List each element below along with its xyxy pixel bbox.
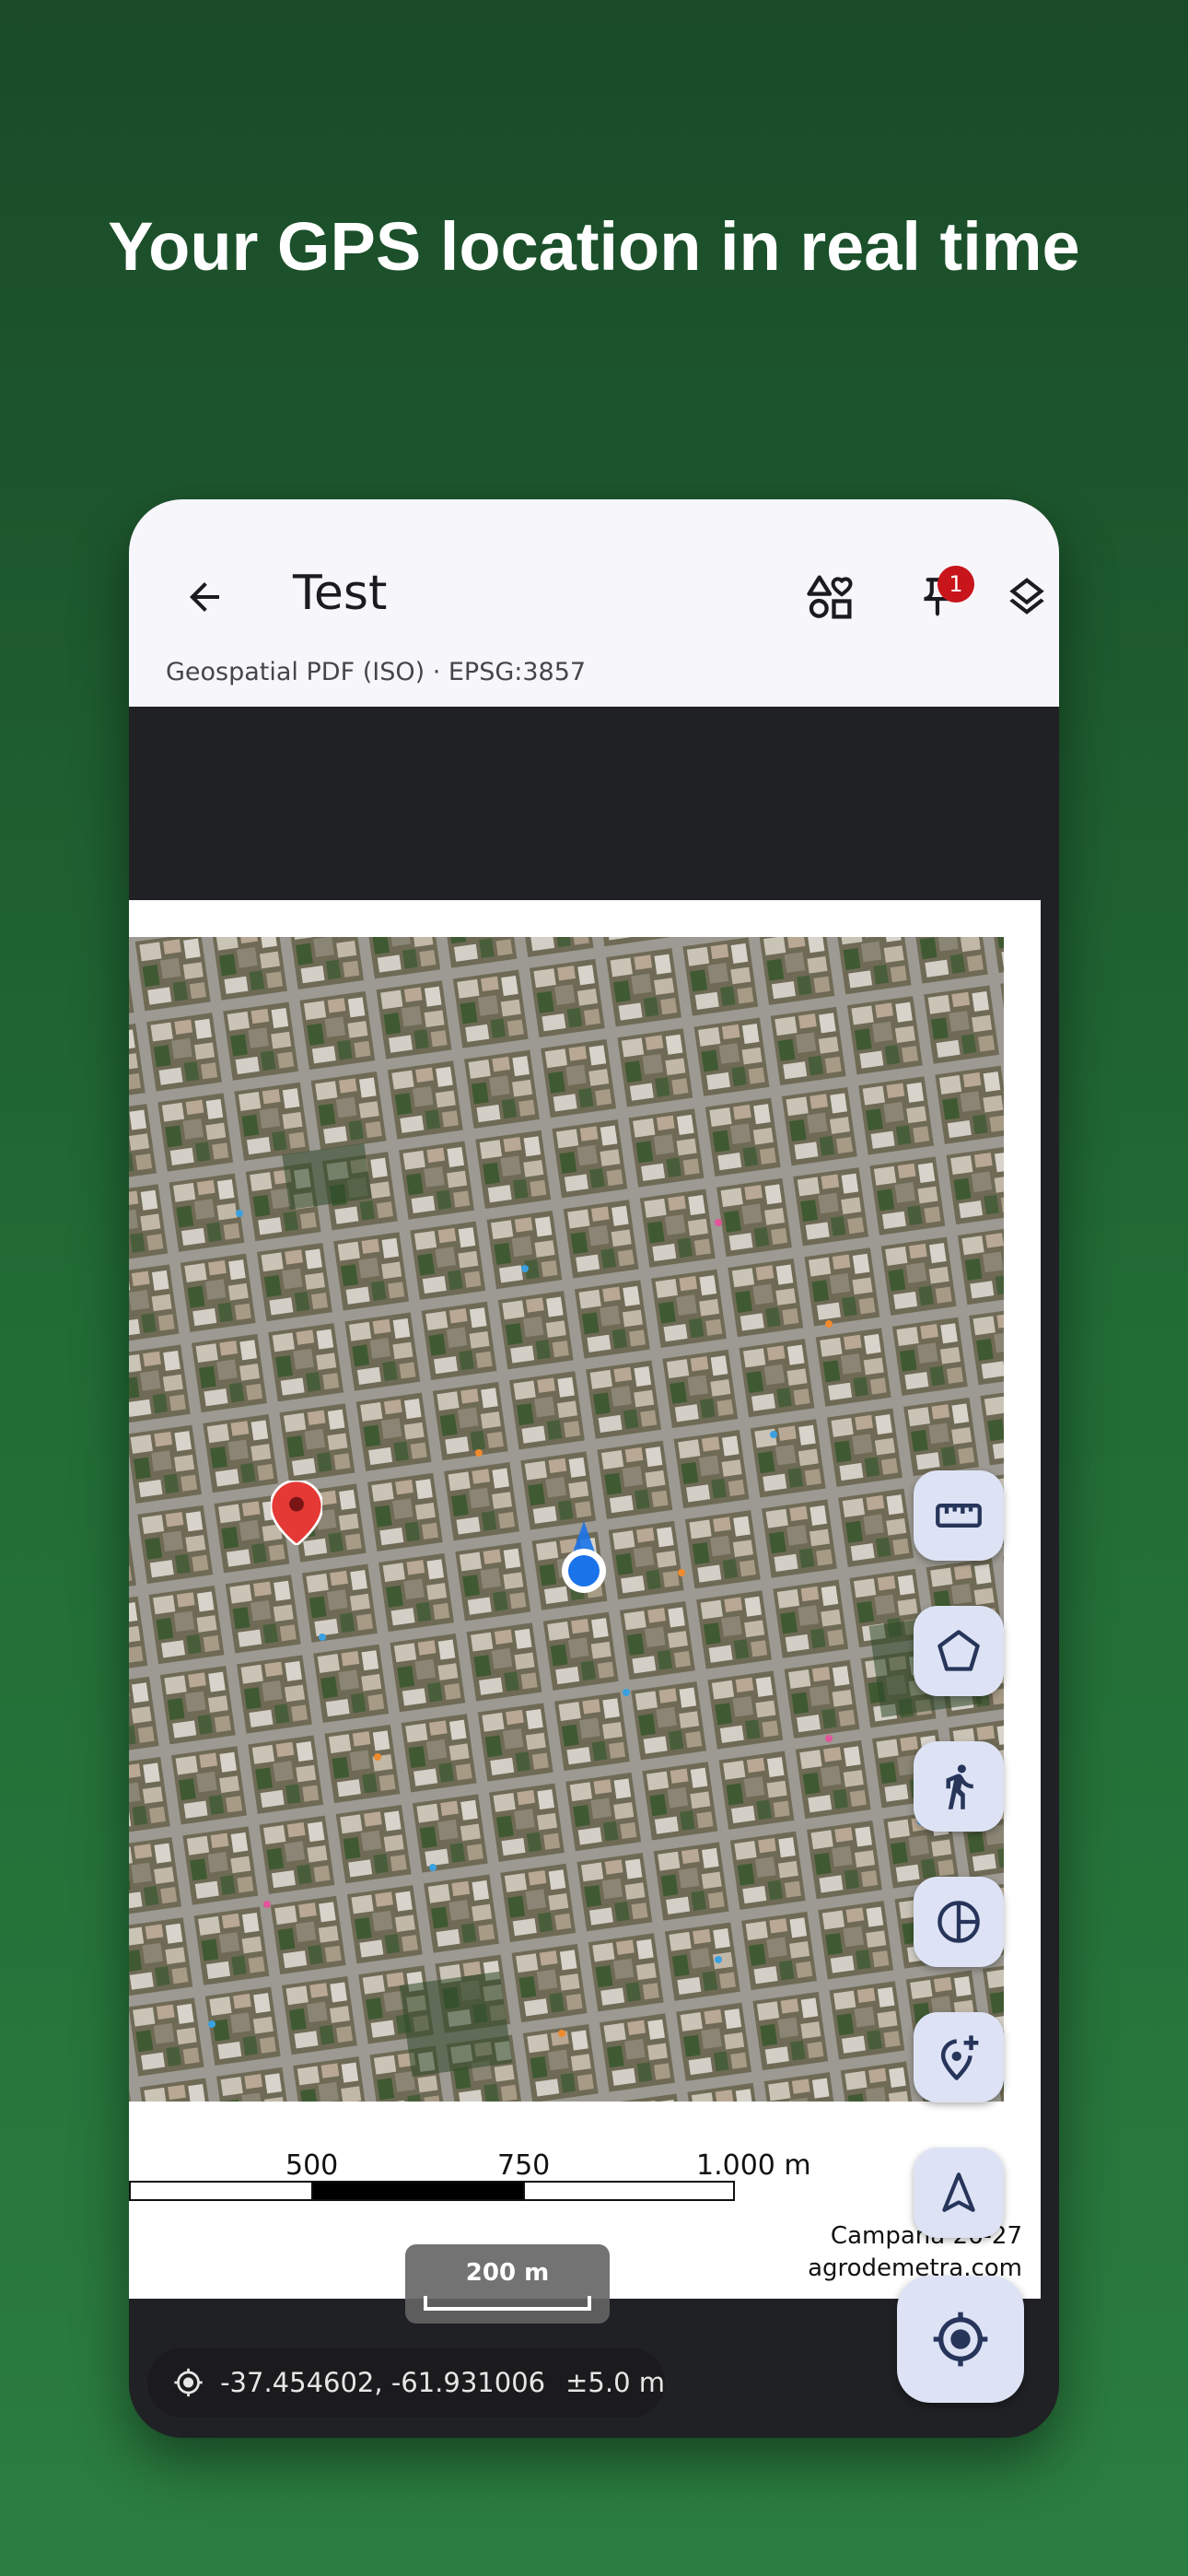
- page-title: Test: [293, 566, 388, 621]
- scale-label-1000: 1.000 m: [696, 2149, 811, 2182]
- zoom-scale-bar: [424, 2296, 591, 2311]
- measure-area-button[interactable]: [914, 1606, 1004, 1696]
- add-placemark-button[interactable]: [914, 2012, 1004, 2102]
- gps-fixed-icon: [933, 2312, 988, 2367]
- add-location-icon: [940, 2035, 979, 2080]
- gps-fixed-icon: [174, 2368, 203, 2397]
- shapes-button[interactable]: [787, 555, 872, 639]
- track-walk-button[interactable]: [914, 1741, 1004, 1832]
- document-subtitle: Geospatial PDF (ISO) · EPSG:3857: [166, 658, 587, 686]
- satellite-map[interactable]: [129, 937, 1004, 2102]
- gps-accuracy-text: ±5.0 m: [565, 2367, 665, 2398]
- pie-chart-icon: [938, 1901, 980, 1943]
- ruler-icon: [936, 1504, 982, 1528]
- measure-distance-button[interactable]: [914, 1470, 1004, 1561]
- my-location-button[interactable]: [897, 2276, 1024, 2403]
- scale-label-750: 750: [497, 2149, 551, 2182]
- gps-coordinates-text: -37.454602, -61.931006: [220, 2367, 546, 2398]
- back-button[interactable]: [162, 555, 247, 639]
- shapes-icon: [807, 575, 853, 619]
- pins-button[interactable]: 1: [895, 555, 980, 639]
- headline: Your GPS location in real time: [108, 208, 1080, 285]
- pentagon-icon: [938, 1630, 980, 1671]
- layers-icon: [1009, 578, 1044, 615]
- walk-icon: [946, 1764, 973, 1809]
- zoom-scale-chip: 200 m: [405, 2244, 610, 2324]
- scalebar-segment-3: [523, 2181, 735, 2201]
- sample-zones-button[interactable]: [914, 1877, 1004, 1967]
- scalebar-segment-2: [311, 2181, 525, 2201]
- zoom-scale-label: 200 m: [465, 2259, 550, 2287]
- navigation-arrow-icon: [942, 2172, 975, 2212]
- scale-label-500: 500: [285, 2149, 339, 2182]
- arrow-back-icon: [190, 582, 219, 612]
- phone-frame: Test 1 Geospatial PDF (ISO) · EPSG:3857: [129, 499, 1059, 2438]
- navigate-button[interactable]: [914, 2148, 1004, 2238]
- layers-button[interactable]: [1004, 555, 1059, 639]
- placemark-marker-icon[interactable]: [271, 1481, 322, 1545]
- gps-location-dot-icon: [562, 1521, 606, 1593]
- app-bar: Test 1 Geospatial PDF (ISO) · EPSG:3857: [129, 499, 1059, 707]
- scalebar-segment-1: [129, 2181, 313, 2201]
- gps-coordinates-chip: -37.454602, -61.931006 ±5.0 m: [147, 2348, 665, 2418]
- pins-count-badge: 1: [938, 566, 974, 603]
- pdf-page: 500 750 1.000 m: [129, 900, 1041, 2299]
